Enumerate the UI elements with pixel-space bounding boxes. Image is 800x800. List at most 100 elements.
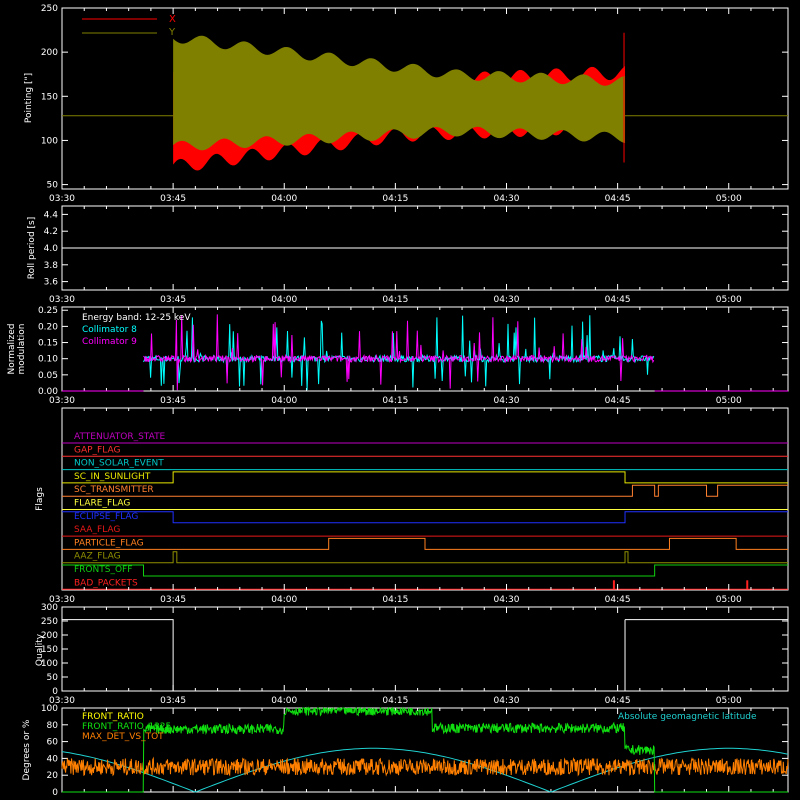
legend-y-label: Y: [168, 27, 176, 38]
front-ratio-label: FRONT_RATIO: [82, 712, 144, 722]
x-tick-label: 04:30: [494, 396, 520, 406]
flag-label: ATTENUATOR_STATE: [74, 432, 166, 442]
y-tick-label: 80: [47, 721, 59, 731]
x-tick-label: 04:45: [605, 396, 631, 406]
x-tick-label: 03:30: [49, 295, 75, 305]
y-tick-label: 100: [41, 136, 58, 146]
x-tick-label: 05:00: [716, 396, 742, 406]
x-tick-label: 04:30: [494, 194, 520, 204]
y-tick-label: 40: [47, 754, 59, 764]
x-tick-label: 04:15: [382, 696, 408, 706]
y-tick-label: 4.4: [44, 210, 59, 220]
y-tick-label: 0.15: [38, 339, 58, 349]
x-tick-label: 04:00: [271, 595, 297, 605]
x-tick-label: 04:30: [494, 295, 520, 305]
collimator8-label: Collimator 8: [82, 325, 137, 335]
y-tick-label: 4.0: [44, 244, 59, 254]
x-tick-label: 04:00: [271, 295, 297, 305]
modulation-ylabel-line1: Normalized: [7, 323, 17, 374]
flag-line: [62, 511, 788, 524]
max-det-line: [61, 756, 789, 777]
y-tick-label: 60: [47, 738, 59, 748]
y-tick-label: 0: [52, 687, 58, 697]
flag-label: AAZ_FLAG: [74, 552, 121, 562]
pointing-panel: 03:30 03:45 04:00 04:15 04:30 04:45 05:00 50 100…: [24, 4, 789, 204]
flag-label: BAD_PACKETS: [74, 578, 138, 588]
quality-segment: [62, 619, 174, 691]
flag-line: [62, 564, 788, 577]
flag-label: SAA_FLAG: [74, 525, 120, 535]
modulation-ylabel-line2: modulation: [17, 324, 27, 375]
x-tick-label: 03:45: [160, 595, 186, 605]
y-tick-label: 50: [47, 673, 59, 683]
x-tick-label: 04:00: [271, 396, 297, 406]
mod-series-8: [143, 315, 655, 391]
ratios-panel: 0 20 40 60 80 100 Degrees or % FRONT_RATIO FR…: [22, 704, 789, 798]
roll-panel: 03:30 03:45 04:00 04:15 04:30 04:45 05:00 3.6 3.…: [27, 205, 789, 305]
y-tick-label: 0.25: [38, 306, 58, 316]
flag-line: [62, 551, 788, 564]
flag-label: FLARE_FLAG: [74, 499, 130, 509]
flag-label: SC_TRANSMITTER: [74, 485, 154, 495]
x-tick-label: 03:45: [160, 295, 186, 305]
x-tick-label: 05:00: [716, 295, 742, 305]
roll-ylabel: Roll period [s]: [27, 217, 37, 279]
collimator9-label: Collimator 9: [82, 337, 137, 347]
flags-ylabel: Flags: [35, 487, 45, 511]
x-tick-label: 03:30: [49, 396, 75, 406]
y-tick-label: 300: [41, 603, 58, 613]
y-tick-label: 50: [47, 181, 59, 191]
x-tick-label: 05:00: [716, 194, 742, 204]
flags-panel: ATTENUATOR_STATE GAP_FLAG NON_SOLAR_EVENT S…: [35, 407, 789, 605]
x-tick-label: 04:15: [382, 194, 408, 204]
x-tick-label: 04:30: [494, 696, 520, 706]
flag-label: ECLIPSE_FLAG: [74, 512, 138, 522]
y-tick-label: 250: [41, 4, 58, 14]
energy-band-label: Energy band: 12-25 keV: [82, 313, 191, 323]
x-tick-label: 05:00: [716, 595, 742, 605]
x-tick-label: 03:30: [49, 194, 75, 204]
y-tick-label: 250: [41, 617, 58, 627]
x-tick-label: 04:15: [382, 295, 408, 305]
mod-series-9: [143, 314, 655, 391]
flag-label: PARTICLE_FLAG: [74, 538, 144, 548]
y-tick-label: 20: [47, 771, 59, 781]
y-tick-label: 0.05: [38, 371, 58, 381]
x-tick-label: 03:45: [160, 396, 186, 406]
x-tick-label: 04:00: [271, 696, 297, 706]
pointing-ylabel: Pointing ["]: [24, 73, 34, 123]
flag-line: [62, 471, 788, 484]
front-ratio-1325-label: FRONT_RATIO_1325: [82, 722, 171, 732]
flag-label: FRONTS_OFF: [74, 565, 132, 575]
y-tick-label: 3.6: [44, 278, 59, 288]
quality-panel: 03:30 03:45 04:00 04:15 04:30 04:45 05:0005010…: [35, 603, 789, 706]
multi-panel-chart: 03:30 03:45 04:00 04:15 04:30 04:45 05:00 50 100…: [7, 4, 789, 798]
ratios-ylabel: Degrees or %: [22, 719, 32, 780]
y-tick-label: 0: [52, 788, 58, 798]
y-tick-label: 0.00: [38, 387, 58, 397]
quality-ylabel: Quality: [35, 633, 45, 666]
y-tick-label: 0.20: [38, 322, 58, 332]
flag-label: SC_IN_SUNLIGHT: [74, 472, 151, 482]
x-tick-label: 04:45: [605, 696, 631, 706]
legend-x-label: X: [169, 14, 176, 25]
x-tick-label: 03:45: [160, 696, 186, 706]
flag-label: GAP_FLAG: [74, 445, 120, 455]
quality-segment: [624, 619, 789, 691]
x-tick-label: 04:45: [605, 595, 631, 605]
y-tick-label: 150: [41, 92, 58, 102]
flag-label: NON_SOLAR_EVENT: [74, 459, 164, 469]
modulation-panel: 03:30 03:45 04:00 04:15 04:30 04:45 05:00 0.00 0…: [7, 306, 789, 406]
y-tick-label: 4.2: [44, 227, 58, 237]
x-tick-label: 04:30: [494, 595, 520, 605]
x-tick-label: 04:15: [382, 595, 408, 605]
y-tick-label: 3.8: [44, 261, 59, 271]
x-tick-label: 04:45: [605, 295, 631, 305]
y-tick-label: 0.10: [38, 355, 58, 365]
x-tick-label: 04:00: [271, 194, 297, 204]
x-tick-label: 04:15: [382, 396, 408, 406]
max-det-vs-tot-label: MAX_DET_VS_TOT: [82, 732, 164, 742]
x-tick-label: 04:45: [605, 194, 631, 204]
y-tick-label: 200: [41, 48, 58, 58]
flag-line: [62, 484, 788, 497]
